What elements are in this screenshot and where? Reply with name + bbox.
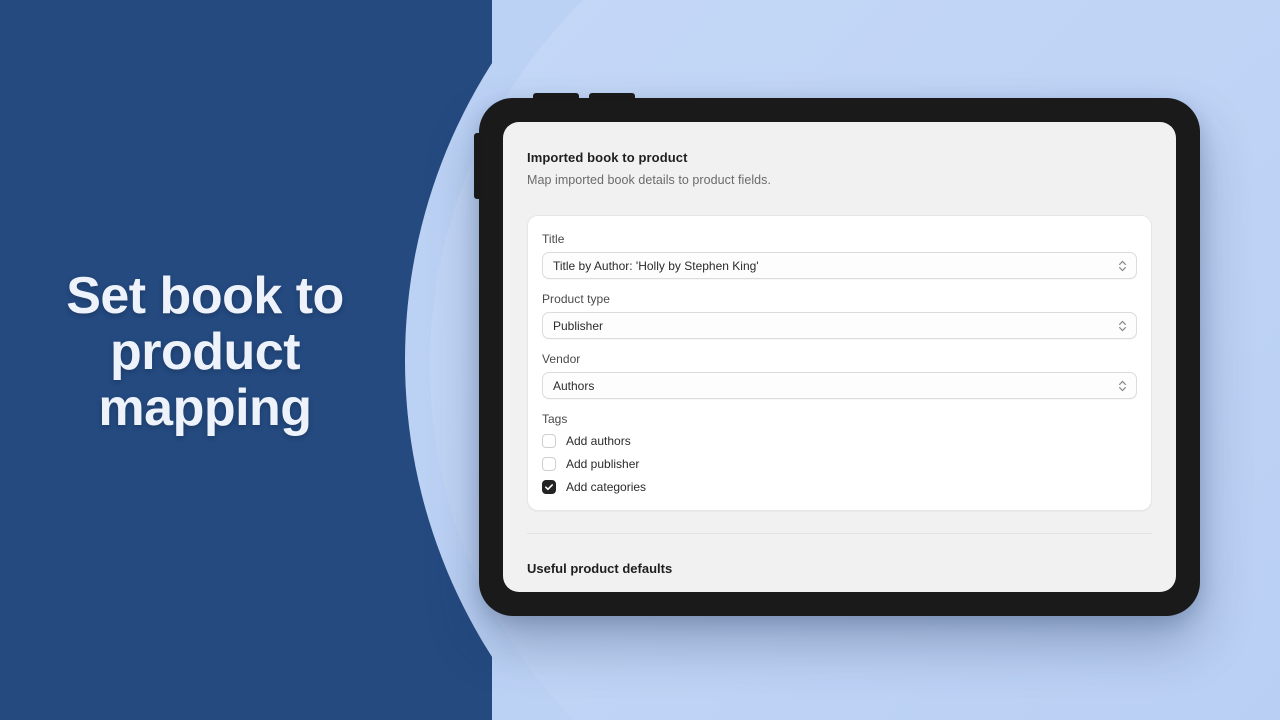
- title-select-value: Title by Author: 'Holly by Stephen King': [553, 258, 759, 273]
- page-title: Imported book to product: [527, 150, 688, 165]
- checkbox-row-add-publisher[interactable]: Add publisher: [542, 457, 1137, 471]
- chevron-updown-icon: [1117, 318, 1127, 334]
- field-product-type: Product type Publisher: [542, 292, 1137, 339]
- chevron-updown-icon: [1117, 378, 1127, 394]
- mapping-card: Title Title by Author: 'Holly by Stephen…: [527, 215, 1152, 511]
- field-vendor-label: Vendor: [542, 352, 581, 366]
- promo-headline: Set book to product mapping: [66, 267, 344, 437]
- power-button[interactable]: [474, 133, 482, 199]
- field-product-type-label: Product type: [542, 292, 610, 306]
- checkbox-add-publisher-label: Add publisher: [566, 457, 640, 471]
- page-subtitle: Map imported book details to product fie…: [527, 173, 771, 187]
- field-vendor: Vendor Authors: [542, 352, 1137, 399]
- checkbox-add-authors-label: Add authors: [566, 434, 631, 448]
- tags-label: Tags: [542, 412, 568, 426]
- footer-section-title: Useful product defaults: [527, 561, 673, 576]
- product-type-select-value: Publisher: [553, 318, 604, 333]
- checkbox-add-publisher[interactable]: [542, 457, 556, 471]
- checkbox-add-categories[interactable]: [542, 480, 556, 494]
- section-divider: [527, 533, 1152, 534]
- checkbox-row-add-authors[interactable]: Add authors: [542, 434, 1137, 448]
- checkbox-row-add-categories[interactable]: Add categories: [542, 480, 1137, 494]
- field-tags: Tags Add authors Add publisher Add categ…: [542, 412, 1137, 494]
- volume-up-button[interactable]: [533, 93, 579, 101]
- product-type-select[interactable]: Publisher: [542, 312, 1137, 339]
- vendor-select[interactable]: Authors: [542, 372, 1137, 399]
- title-select[interactable]: Title by Author: 'Holly by Stephen King': [542, 252, 1137, 279]
- tablet-device-frame: Imported book to product Map imported bo…: [474, 93, 1200, 616]
- field-title-label: Title: [542, 232, 565, 246]
- chevron-updown-icon: [1117, 258, 1127, 274]
- vendor-select-value: Authors: [553, 378, 595, 393]
- app-content: Imported book to product Map imported bo…: [503, 122, 1176, 592]
- volume-down-button[interactable]: [589, 93, 635, 101]
- checkbox-add-authors[interactable]: [542, 434, 556, 448]
- tablet-screen: Imported book to product Map imported bo…: [503, 122, 1176, 592]
- checkbox-add-categories-label: Add categories: [566, 480, 647, 494]
- field-title: Title Title by Author: 'Holly by Stephen…: [542, 232, 1137, 279]
